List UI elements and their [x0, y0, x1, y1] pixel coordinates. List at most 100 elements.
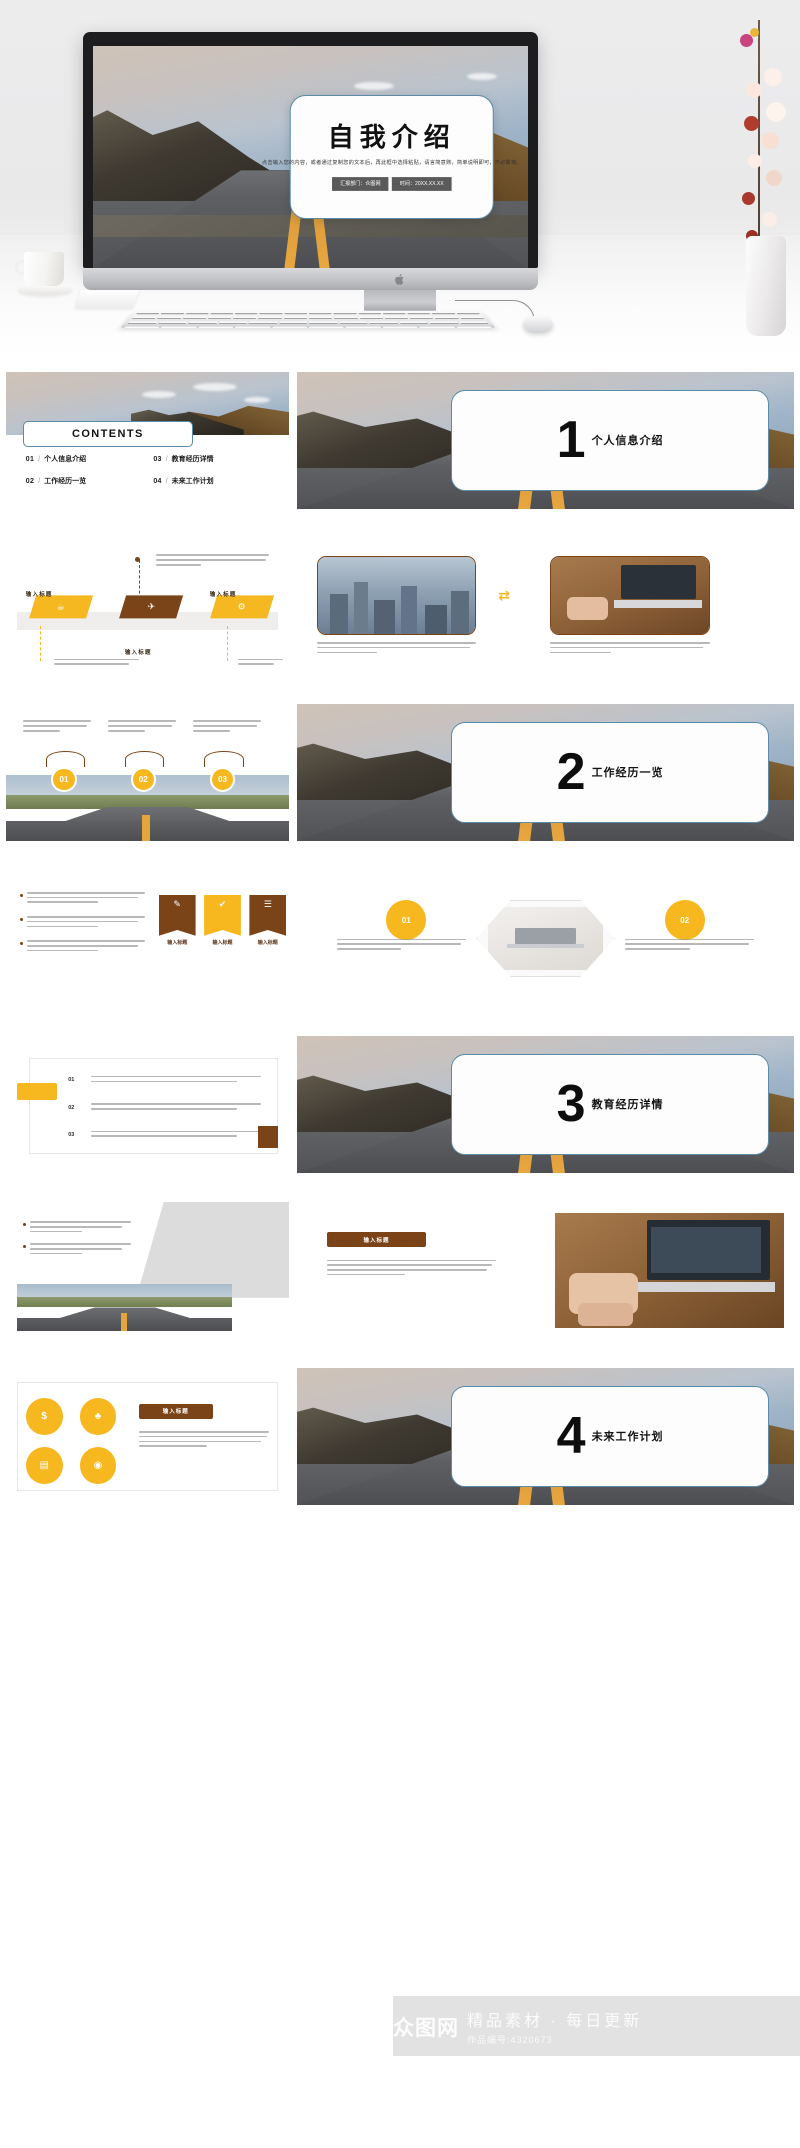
timeline-chip-2[interactable]: ✈	[119, 594, 183, 619]
slide-ribbons[interactable]: ✎ ✔ ☰ 输入标题 输入标题 输入标题	[6, 870, 289, 1007]
slide-numbered-list[interactable]: 01 02 03	[6, 1036, 289, 1173]
money-icon[interactable]: $	[25, 1398, 63, 1435]
timeline-label-3: 输入标题	[209, 592, 237, 599]
slide-icon-grid[interactable]: $ ♣ ▤ ◉ 输入标题	[6, 1368, 289, 1505]
check-icon: ✔	[218, 898, 227, 909]
list-item[interactable]: 01 / 个人信息介绍	[26, 454, 148, 464]
slide-section-2[interactable]: 2 工作经历一览	[297, 704, 794, 841]
slide-desk-photo[interactable]: 输入标题	[297, 1202, 794, 1339]
list-item[interactable]: 02 / 工作经历一览	[26, 476, 148, 486]
timeline-icon-1: ☕	[56, 601, 65, 611]
desk-photo	[555, 1212, 785, 1329]
item-label: 工作经历一览	[44, 478, 87, 486]
calendar-icon[interactable]: ▤	[25, 1447, 63, 1485]
contents-list: 01 / 个人信息介绍 03 / 教育经历详情 02 / 工作经历一览 04 /…	[26, 454, 275, 486]
chart-icon[interactable]: ♣	[79, 1398, 117, 1435]
row-body-3	[90, 1130, 261, 1137]
item-number: 01	[25, 455, 35, 463]
slide-three-pins[interactable]: 01 02 03	[6, 704, 289, 841]
edit-icon: ✎	[173, 898, 181, 909]
ribbon-2-label: 输入标题	[212, 939, 233, 946]
hex-badge-2[interactable]: 02	[664, 900, 705, 940]
icon-grid-body	[139, 1431, 270, 1447]
timeline-icon-2: ✈	[147, 601, 155, 611]
row-body-1	[90, 1075, 261, 1083]
pin-badge-2-label: 02	[138, 775, 148, 785]
icon-grid-title-tag: 输入标题	[139, 1403, 213, 1419]
section-number: 4	[556, 1407, 586, 1466]
section-number: 1	[556, 411, 586, 470]
compare-body-right	[550, 642, 710, 654]
watermark-band	[393, 1996, 800, 2056]
pin-arc-1	[45, 750, 86, 768]
swap-arrows-icon: ⇄	[498, 587, 511, 604]
chart-icon-glyph: ♣	[94, 1411, 102, 1423]
item-number: 02	[25, 477, 35, 485]
item-label: 未来工作计划	[171, 478, 214, 486]
compare-photo-desk	[550, 555, 710, 636]
timeline-body-2	[54, 658, 139, 665]
section-title: 教育经历详情	[591, 1099, 664, 1112]
timeline-dot	[134, 557, 140, 563]
slide-contents[interactable]: CONTENTS 01 / 个人信息介绍 03 / 教育经历详情 02 / 工作…	[6, 372, 289, 509]
row-number-2: 02	[68, 1104, 75, 1111]
hex-badge-1[interactable]: 01	[386, 900, 427, 940]
watermark-tagline: 精品素材 · 每日更新	[467, 2013, 643, 2030]
compass-icon-glyph: ◉	[93, 1460, 103, 1472]
section-number: 2	[556, 743, 586, 802]
yellow-accent-tag	[17, 1082, 57, 1101]
watermark-code: 作品编号:4320673	[467, 2035, 553, 2045]
slide-wedge-photo[interactable]	[6, 1202, 289, 1339]
ribbon-1[interactable]: ✎	[158, 894, 196, 936]
calendar-icon-glyph: ▤	[39, 1460, 49, 1472]
ribbon-3-label: 输入标题	[257, 939, 278, 946]
watermark: 众图网 精品素材 · 每日更新 作品编号:4320673	[393, 1995, 800, 2058]
slide-compare[interactable]: ⇄	[297, 538, 794, 675]
slide-section-4[interactable]: 4 未来工作计划	[297, 1368, 794, 1505]
list-item[interactable]: 03 / 教育经历详情	[153, 454, 275, 464]
timeline-chip-1[interactable]: ☕	[28, 594, 93, 619]
section-title: 个人信息介绍	[591, 435, 664, 448]
section-number: 3	[556, 1075, 586, 1134]
hex-body-2	[625, 938, 755, 950]
pin-arc-2	[124, 750, 165, 768]
bullet-row	[20, 940, 145, 952]
timeline-chip-3[interactable]: ⚙	[209, 594, 274, 619]
ribbon-2[interactable]: ✔	[204, 894, 241, 936]
row-body-2	[90, 1103, 261, 1110]
mouse	[523, 316, 553, 333]
hex-badge-2-label: 02	[680, 915, 690, 925]
watermark-text-group: 精品素材 · 每日更新 作品编号:4320673	[467, 2007, 642, 2046]
ribbon-1-label: 输入标题	[167, 939, 188, 946]
section-title: 工作经历一览	[591, 767, 664, 780]
pin-badge-1[interactable]: 01	[51, 767, 77, 793]
apple-logo-icon	[395, 273, 406, 286]
hex-body-1	[336, 938, 466, 950]
ribbon-3[interactable]: ☰	[249, 894, 287, 936]
row-number-3: 03	[68, 1131, 75, 1138]
slide-section-1[interactable]: 1 个人信息介绍	[297, 372, 794, 509]
desk-body-text	[326, 1259, 496, 1276]
slide-hexagon[interactable]: 01 02	[297, 870, 794, 1007]
item-separator: /	[38, 477, 41, 485]
hex-badge-1-label: 01	[401, 915, 411, 925]
keyboard	[120, 310, 496, 329]
pin-badge-3-label: 03	[218, 775, 227, 785]
imac-display: 自我介绍 点击输入您的内容，或者通过复制您的文本后，再此框中选择粘贴，请言简意赅…	[83, 32, 538, 268]
slide-timeline[interactable]: ☕ ✈ ⚙ 输入标题 输入标题 输入标题	[6, 538, 289, 675]
pin-body-3	[192, 720, 261, 732]
section-3-card: 3 教育经历详情	[451, 1053, 770, 1156]
section-title: 未来工作计划	[591, 1431, 664, 1444]
wedge-bullets	[22, 1221, 131, 1255]
contents-heading-box: CONTENTS	[22, 421, 193, 448]
item-number: 04	[153, 477, 162, 485]
paper-stack	[75, 290, 139, 308]
item-label: 教育经历详情	[171, 456, 214, 464]
wedge-road-photo	[17, 1284, 233, 1331]
hero-subtitle: 点击输入您的内容，或者通过复制您的文本后，再此框中选择粘贴，请言简意赅，简单说明…	[261, 159, 522, 166]
bullet-row	[22, 1221, 131, 1233]
list-item[interactable]: 04 / 未来工作计划	[153, 476, 275, 486]
pin-body-2	[107, 720, 176, 732]
item-separator: /	[165, 477, 168, 485]
slide-section-3[interactable]: 3 教育经历详情	[297, 1036, 794, 1173]
